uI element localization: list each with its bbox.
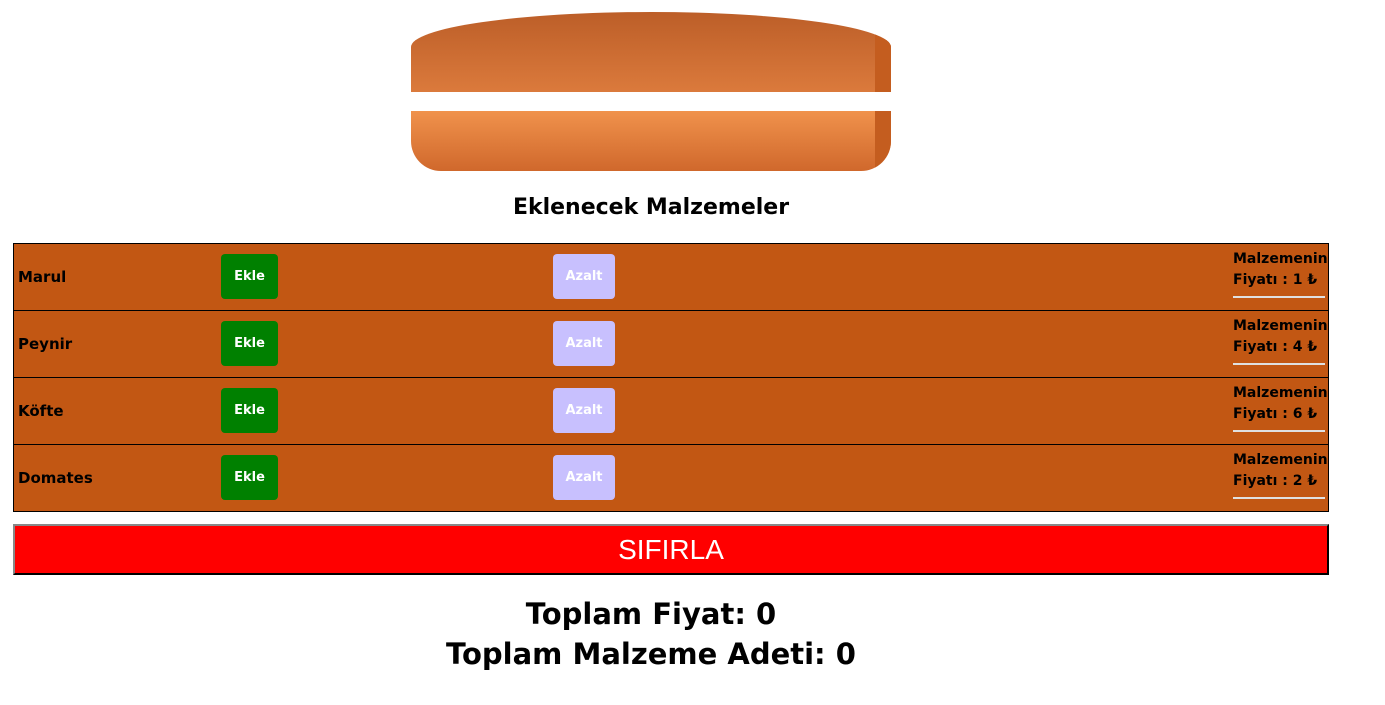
decrease-marul-button[interactable]: Azalt	[553, 254, 615, 299]
decrease-domates-button[interactable]: Azalt	[553, 455, 615, 500]
add-domates-button[interactable]: Ekle	[221, 455, 278, 500]
ingredient-row-peynir: Peynir Ekle Azalt Malzemenin Fiyatı : 4 …	[13, 310, 1329, 378]
burger-preview	[411, 12, 891, 171]
decrease-kofte-button[interactable]: Azalt	[553, 388, 615, 433]
bun-top	[411, 12, 891, 92]
total-price: Toplam Fiyat: 0	[525, 597, 777, 631]
decrease-peynir-button[interactable]: Azalt	[553, 321, 615, 366]
section-title: Eklenecek Malzemeler	[512, 195, 790, 220]
ingredient-price: Malzemenin Fiyatı : 1 ₺	[1233, 249, 1328, 298]
ingredient-list: Marul Ekle Azalt Malzemenin Fiyatı : 1 ₺…	[13, 243, 1329, 512]
ingredient-price: Malzemenin Fiyatı : 6 ₺	[1233, 383, 1328, 432]
reset-button[interactable]: SIFIRLA	[13, 524, 1329, 575]
bun-bottom	[411, 111, 891, 171]
ingredient-row-marul: Marul Ekle Azalt Malzemenin Fiyatı : 1 ₺	[13, 243, 1329, 311]
ingredient-name: Peynir	[18, 335, 73, 353]
add-peynir-button[interactable]: Ekle	[221, 321, 278, 366]
ingredient-name: Marul	[18, 268, 67, 286]
ingredient-row-kofte: Köfte Ekle Azalt Malzemenin Fiyatı : 6 ₺	[13, 377, 1329, 445]
total-count: Toplam Malzeme Adeti: 0	[446, 637, 856, 671]
add-kofte-button[interactable]: Ekle	[221, 388, 278, 433]
ingredient-price: Malzemenin Fiyatı : 4 ₺	[1233, 316, 1328, 365]
ingredient-price: Malzemenin Fiyatı : 2 ₺	[1233, 450, 1328, 499]
totals: Toplam Fiyat: 0 Toplam Malzeme Adeti: 0	[0, 594, 1302, 674]
ingredient-name: Domates	[18, 469, 93, 487]
ingredient-name: Köfte	[18, 402, 64, 420]
add-marul-button[interactable]: Ekle	[221, 254, 278, 299]
ingredient-row-domates: Domates Ekle Azalt Malzemenin Fiyatı : 2…	[13, 444, 1329, 512]
